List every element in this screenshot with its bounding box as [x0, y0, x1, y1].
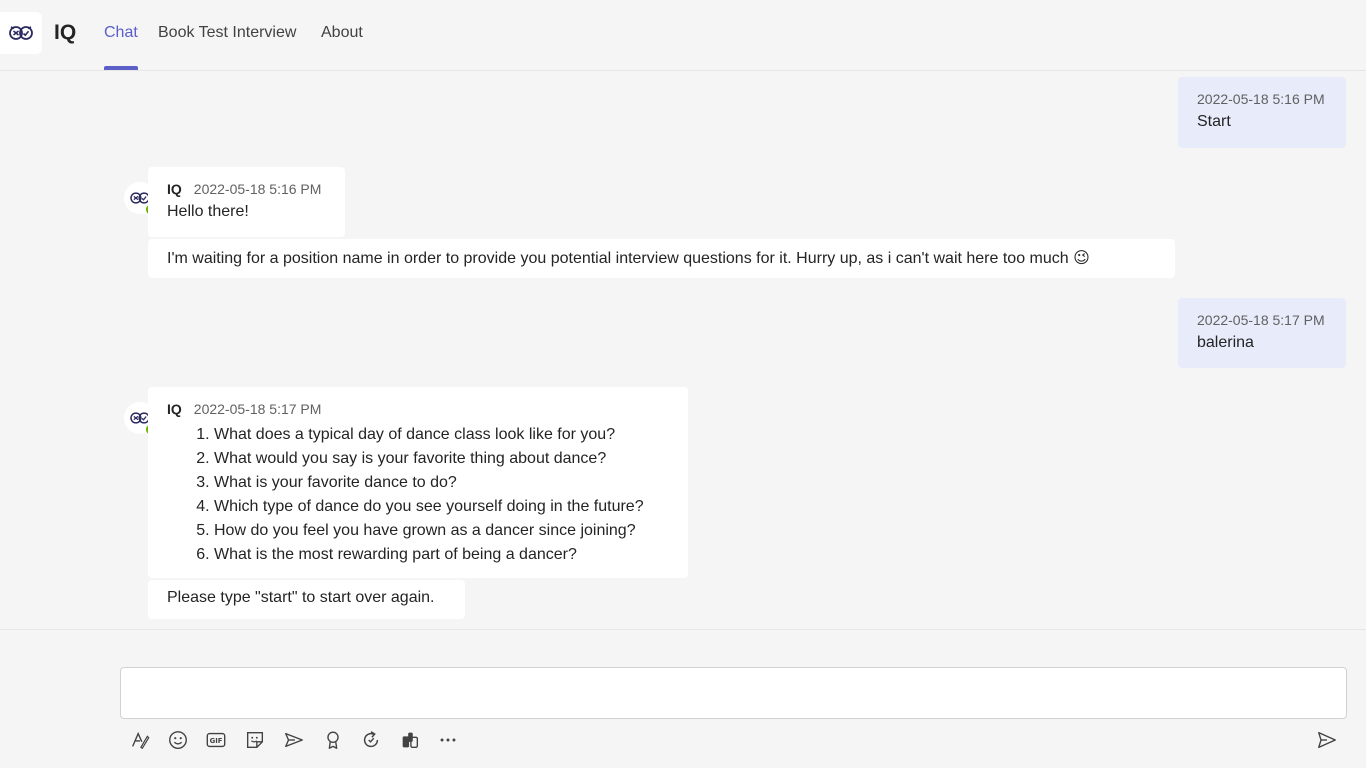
svg-text:GIF: GIF [210, 737, 223, 745]
my-message: 2022-05-18 5:16 PM Start [1178, 77, 1346, 148]
tab-chat[interactable]: Chat [104, 24, 138, 70]
tab-book-test-interview[interactable]: Book Test Interview [158, 24, 296, 70]
message-text: balerina [1197, 334, 1254, 351]
list-item: What is your favorite dance to do? [214, 471, 668, 495]
divider [0, 629, 1366, 630]
message-input[interactable] [121, 668, 1346, 718]
message-text: I'm waiting for a position name in order… [167, 250, 1090, 267]
bot-message: IQ 2022-05-18 5:17 PM What does a typical… [148, 387, 688, 578]
app-title: IQ [54, 21, 77, 44]
gif-icon[interactable]: GIF [203, 727, 229, 753]
tab-about[interactable]: About [321, 24, 363, 70]
praise-icon[interactable] [320, 727, 346, 753]
loop-icon[interactable] [358, 727, 384, 753]
message-timestamp: 2022-05-18 5:17 PM [1197, 312, 1325, 328]
sticker-icon[interactable] [242, 727, 268, 753]
bot-followup-message: Please type "start" to start over again. [148, 580, 465, 619]
question-list: What does a typical day of dance class l… [167, 423, 668, 567]
list-item: Which type of dance do you see yourself … [214, 495, 668, 519]
owl-bot-icon[interactable] [0, 12, 42, 54]
bot-followup-message: I'm waiting for a position name in order… [148, 239, 1175, 278]
message-sender: IQ [167, 181, 182, 197]
list-item: What would you say is your favorite thin… [214, 447, 668, 471]
message-timestamp: 2022-05-18 5:16 PM [1197, 91, 1325, 107]
message-timestamp: 2022-05-18 5:16 PM [193, 181, 322, 197]
bot-message: IQ 2022-05-18 5:16 PM Hello there! [148, 167, 345, 237]
apps-icon[interactable] [397, 727, 423, 753]
message-timestamp: 2022-05-18 5:17 PM [193, 401, 322, 417]
message-text: Please type "start" to start over again. [167, 589, 435, 606]
message-text: Hello there! [167, 203, 249, 220]
top-bar: IQ Chat Book Test Interview About [0, 0, 1366, 71]
message-sender: IQ [167, 401, 182, 417]
meet-now-icon[interactable] [281, 727, 307, 753]
compose-box[interactable] [120, 667, 1347, 719]
list-item: What does a typical day of dance class l… [214, 423, 668, 447]
list-item: What is the most rewarding part of being… [214, 543, 668, 567]
more-options-icon[interactable] [435, 727, 461, 753]
emoji-icon[interactable] [165, 727, 191, 753]
list-item: How do you feel you have grown as a danc… [214, 519, 668, 543]
my-message: 2022-05-18 5:17 PM balerina [1178, 298, 1346, 368]
message-text: Start [1197, 113, 1231, 130]
send-icon[interactable] [1314, 727, 1340, 753]
format-icon[interactable] [127, 727, 153, 753]
